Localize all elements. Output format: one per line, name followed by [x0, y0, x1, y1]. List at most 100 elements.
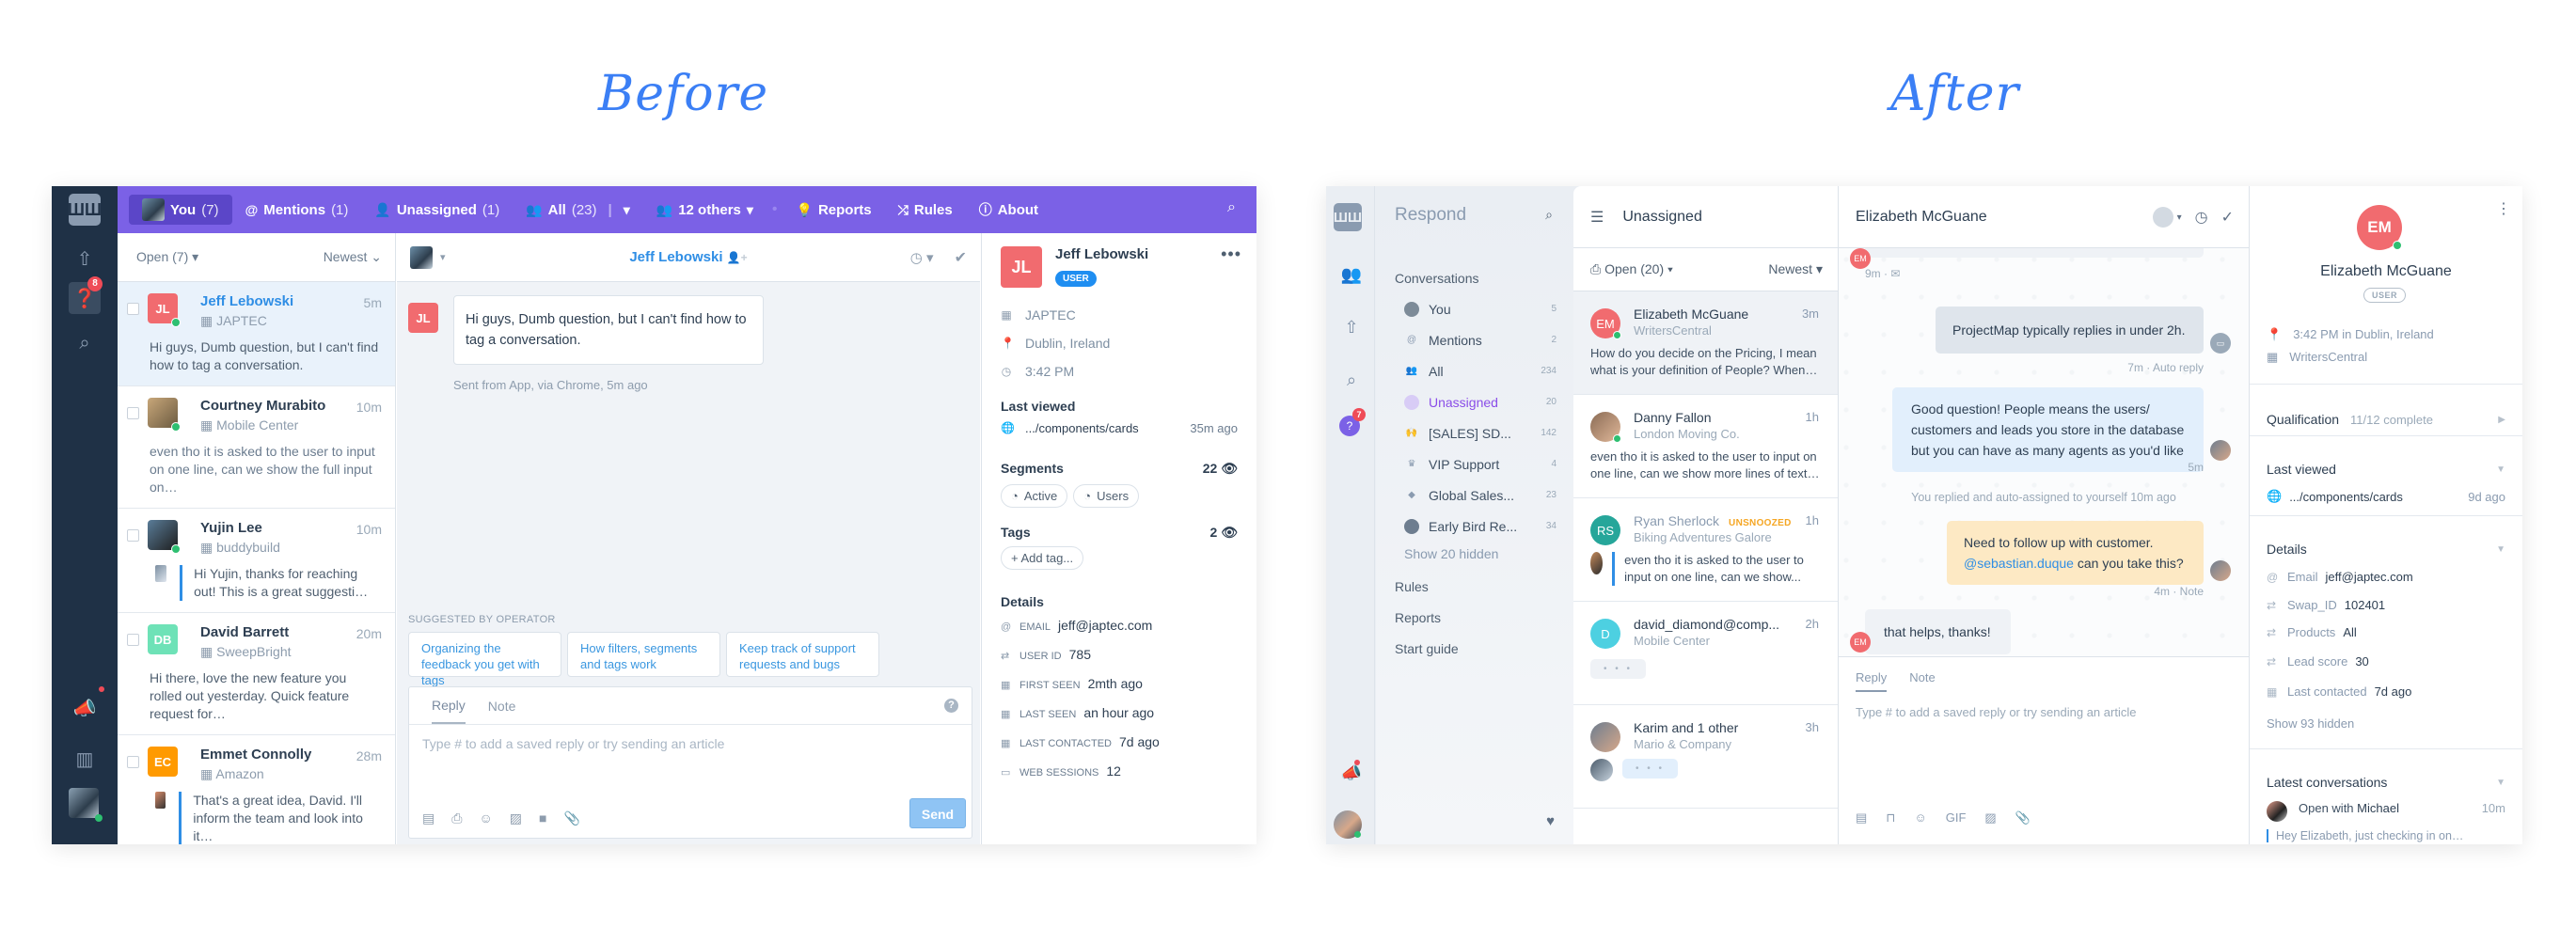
- latest-conversations-section[interactable]: Latest conversations ▼: [2267, 775, 2505, 790]
- last-viewed-section[interactable]: Last viewed ▼: [2267, 462, 2505, 477]
- book-icon[interactable]: ▥: [69, 743, 101, 775]
- video-icon[interactable]: ■: [539, 810, 546, 826]
- nav-item-sales[interactable]: 🙌 [SALES] SD... 142: [1404, 417, 1557, 448]
- select-checkbox[interactable]: [127, 634, 139, 646]
- nav-item-vip[interactable]: ♛ VIP Support 4: [1404, 448, 1557, 480]
- search-icon[interactable]: ⌕: [1227, 199, 1236, 216]
- show-hidden-link[interactable]: Show 20 hidden: [1404, 546, 1498, 561]
- list-item[interactable]: DB David Barrett 20m ▦ SweepBright Hi th…: [118, 613, 395, 735]
- sort-dropdown[interactable]: Newest ▾: [1768, 261, 1823, 277]
- sort-dropdown[interactable]: Newest ⌄: [324, 249, 382, 265]
- suggested-article[interactable]: Organizing the feedback you get with tag…: [408, 632, 561, 687]
- tab-note[interactable]: Note: [488, 699, 516, 714]
- search-contacts-icon[interactable]: ⌕: [69, 327, 101, 359]
- nav-link-start-guide[interactable]: Start guide: [1395, 641, 1459, 672]
- add-participant-icon[interactable]: 👤+: [727, 251, 748, 264]
- user-avatar[interactable]: [69, 788, 99, 818]
- profile-name[interactable]: Elizabeth McGuane: [2250, 263, 2522, 280]
- nav-item-unassigned[interactable]: Unassigned 20: [1404, 386, 1557, 417]
- inbox-icon[interactable]: ⎙: [451, 810, 462, 826]
- latest-conversation-item[interactable]: Open with Michael 10m: [2267, 801, 2505, 822]
- nav-item-early-bird[interactable]: Early Bird Re... 34: [1404, 511, 1557, 542]
- list-item[interactable]: EC Emmet Connolly 28m ▦ Amazon That's a …: [118, 735, 395, 844]
- nav-link-rules[interactable]: Rules: [1395, 579, 1459, 610]
- gif-icon[interactable]: GIF: [1946, 810, 1967, 826]
- profile-name[interactable]: Jeff Lebowski: [1055, 246, 1148, 262]
- image-icon[interactable]: ▨: [510, 810, 522, 826]
- saved-reply-icon[interactable]: ▤: [1856, 810, 1867, 826]
- segment-pill[interactable]: ◔ Users: [1073, 484, 1140, 508]
- megaphone-icon[interactable]: 📣: [1339, 763, 1364, 788]
- list-item[interactable]: D david_diamond@comp... 2h Mobile Center…: [1573, 602, 1838, 705]
- search-contacts-icon[interactable]: ⌕: [1339, 370, 1364, 395]
- contacts-icon[interactable]: 👥: [1339, 265, 1364, 290]
- details-section[interactable]: Details ▼: [2267, 542, 2505, 557]
- tab-mentions[interactable]: @ Mentions (1): [232, 195, 362, 225]
- tab-rules[interactable]: ⤮ Rules: [885, 195, 966, 225]
- suggested-article[interactable]: Keep track of support requests and bugs: [726, 632, 879, 677]
- close-check-icon[interactable]: ✓: [2221, 208, 2234, 227]
- nav-link-reports[interactable]: Reports: [1395, 610, 1459, 641]
- tab-note[interactable]: Note: [1909, 670, 1935, 692]
- emoji-icon[interactable]: ☺: [479, 810, 492, 826]
- heart-icon[interactable]: ♥: [1546, 813, 1555, 829]
- tab-unassigned[interactable]: 👤 Unassigned (1): [361, 195, 513, 225]
- reply-input[interactable]: Type # to add a saved reply or try sendi…: [409, 725, 972, 763]
- more-options-icon[interactable]: •••: [1221, 244, 1241, 264]
- nav-item-all[interactable]: 👥 All 234: [1404, 355, 1557, 386]
- list-item[interactable]: Yujin Lee 10m ▦ buddybuild Hi Yujin, tha…: [118, 509, 395, 613]
- status-filter-dropdown[interactable]: Open (7) ▾: [136, 249, 198, 265]
- chevron-down-icon[interactable]: ▾: [2177, 212, 2182, 223]
- suggested-article[interactable]: How filters, segments and tags work: [567, 632, 720, 677]
- tab-reply[interactable]: Reply: [432, 687, 466, 724]
- image-icon[interactable]: ▨: [1984, 810, 1996, 826]
- intercom-logo-icon[interactable]: ШШ: [68, 194, 102, 226]
- select-checkbox[interactable]: [127, 529, 139, 542]
- qualification-section[interactable]: Qualification 11/12 complete ▶: [2267, 412, 2505, 427]
- nav-item-global-sales[interactable]: ◆ Global Sales... 23: [1404, 480, 1557, 511]
- select-checkbox[interactable]: [127, 303, 139, 315]
- eye-icon[interactable]: 👁: [1221, 461, 1238, 476]
- tab-others[interactable]: 👥 12 others ▾: [643, 195, 766, 225]
- tab-reply[interactable]: Reply: [1856, 670, 1888, 692]
- attachment-icon[interactable]: 📎: [563, 810, 579, 826]
- status-filter-dropdown[interactable]: ⎙ Open (20) ▾: [1590, 261, 1673, 277]
- help-icon[interactable]: ?: [944, 699, 958, 713]
- megaphone-icon[interactable]: 📣: [69, 692, 101, 724]
- emoji-icon[interactable]: ☺: [1914, 810, 1926, 826]
- nav-item-you[interactable]: You 5: [1404, 293, 1557, 324]
- tab-reports[interactable]: 💡 Reports: [783, 195, 885, 225]
- menu-icon[interactable]: ☰: [1590, 208, 1604, 227]
- tab-you[interactable]: You (7): [129, 195, 232, 225]
- attachment-icon[interactable]: 📎: [2015, 810, 2031, 826]
- nav-item-mentions[interactable]: @ Mentions 2: [1404, 324, 1557, 355]
- snooze-clock-icon[interactable]: ◷: [2195, 208, 2208, 227]
- tab-about[interactable]: ⓘ About: [966, 195, 1051, 225]
- list-item[interactable]: Courtney Murabito 10m ▦ Mobile Center ev…: [118, 386, 395, 509]
- intercom-logo-icon[interactable]: ШШ: [1334, 203, 1362, 231]
- reply-input[interactable]: Type # to add a saved reply or try sendi…: [1839, 692, 2249, 732]
- mention-link[interactable]: @sebastian.duque: [1964, 556, 2074, 571]
- show-hidden-link[interactable]: Show 93 hidden: [2267, 716, 2354, 731]
- list-item[interactable]: Karim and 1 other 3h Mario & Company • •…: [1573, 705, 1838, 809]
- select-checkbox[interactable]: [127, 407, 139, 419]
- rocket-icon[interactable]: ⇧: [69, 243, 101, 275]
- select-checkbox[interactable]: [127, 756, 139, 768]
- chevron-down-icon[interactable]: ▾: [624, 202, 630, 218]
- add-tag-button[interactable]: + Add tag...: [1001, 546, 1084, 570]
- assignee-avatar[interactable]: [2152, 207, 2173, 228]
- segment-pill[interactable]: ◔ Active: [1001, 484, 1068, 508]
- eye-icon[interactable]: 👁: [1221, 525, 1238, 540]
- more-options-icon[interactable]: ⋮: [2496, 202, 2511, 217]
- saved-reply-icon[interactable]: ▤: [422, 810, 435, 826]
- send-button[interactable]: Send: [909, 798, 966, 828]
- conversation-title[interactable]: Jeff Lebowski: [629, 249, 722, 265]
- list-item[interactable]: EM Elizabeth McGuane 3m WritersCentral H…: [1573, 291, 1838, 395]
- rocket-icon[interactable]: ⇧: [1339, 318, 1364, 342]
- bookmark-icon[interactable]: ⊓: [1886, 810, 1895, 826]
- search-icon[interactable]: ⌕: [1545, 207, 1553, 223]
- list-item[interactable]: JL Jeff Lebowski 5m ▦ JAPTEC Hi guys, Du…: [118, 282, 395, 386]
- tab-all[interactable]: 👥 All (23) | ▾: [513, 195, 643, 225]
- list-item[interactable]: RS Ryan Sherlock UNSNOOZED 1h Biking Adve…: [1573, 498, 1838, 602]
- list-item[interactable]: Danny Fallon 1h London Moving Co. even t…: [1573, 395, 1838, 498]
